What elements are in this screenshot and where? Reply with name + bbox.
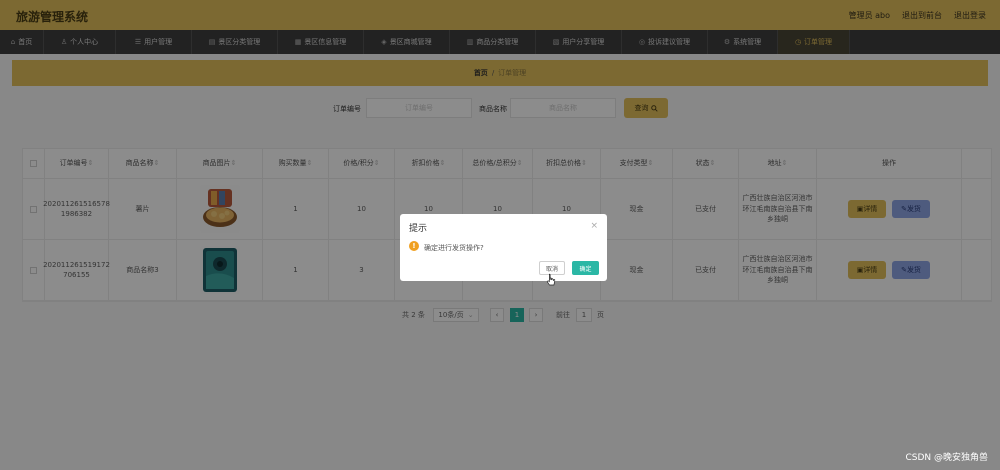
- watermark: CSDN @晚安独角兽: [905, 453, 988, 463]
- close-icon[interactable]: ×: [590, 221, 598, 231]
- mouse-pointer-icon: [546, 273, 556, 286]
- dialog-message: 确定进行发货操作?: [424, 244, 484, 252]
- confirm-dialog: 提示 × ! 确定进行发货操作? 取消 确定: [400, 214, 607, 281]
- dialog-confirm-button[interactable]: 确定: [572, 261, 599, 275]
- warning-icon: !: [409, 241, 419, 251]
- dialog-title: 提示: [409, 224, 428, 234]
